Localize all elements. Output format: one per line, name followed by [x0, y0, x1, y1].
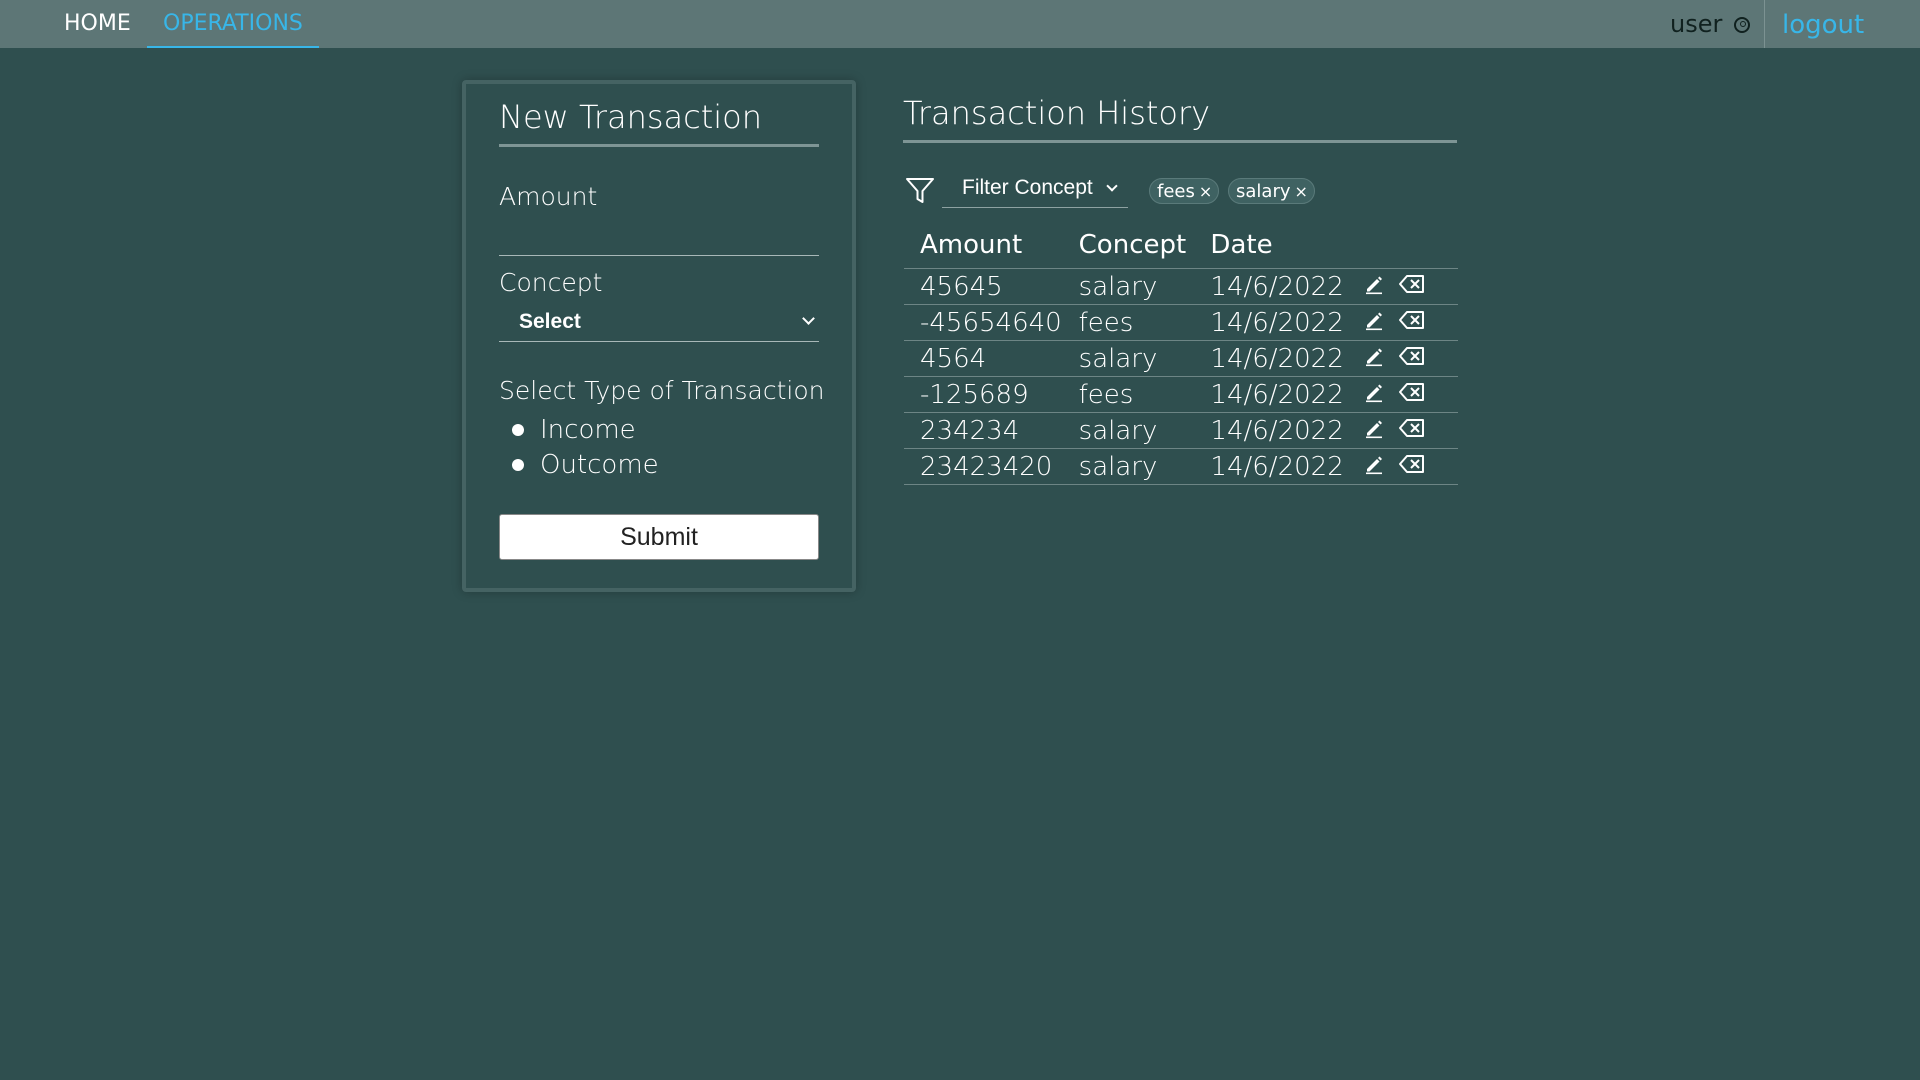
concept-label: Concept	[499, 268, 603, 297]
column-header-amount: Amount	[904, 222, 1063, 269]
filter-concept-label: Filter Concept	[962, 176, 1093, 199]
nav-divider	[1764, 0, 1765, 48]
cell-amount: -125689	[904, 376, 1063, 413]
cell-amount: -45654640	[904, 304, 1063, 341]
cell-date: 14/6/2022	[1194, 448, 1352, 485]
cell-delete	[1397, 304, 1458, 341]
top-navbar: HOME OPERATIONS user logout	[0, 0, 1920, 48]
new-transaction-title: New Transaction	[499, 98, 819, 147]
cell-amount: 23423420	[904, 448, 1063, 485]
chevron-down-icon	[1106, 180, 1118, 192]
edit-pencil-icon[interactable]	[1363, 272, 1385, 302]
cell-date: 14/6/2022	[1194, 304, 1352, 341]
cell-edit	[1351, 268, 1398, 305]
cell-amount: 45645	[904, 268, 1063, 305]
concept-select-value: Select	[519, 310, 581, 333]
column-header-edit	[1351, 222, 1398, 269]
radio-dot-icon[interactable]	[512, 459, 524, 471]
submit-button[interactable]: Submit	[499, 514, 819, 560]
column-header-concept: Concept	[1062, 222, 1195, 269]
edit-pencil-icon[interactable]	[1363, 416, 1385, 446]
amount-input[interactable]	[499, 220, 819, 256]
chip-label: fees	[1157, 181, 1195, 202]
chevron-down-icon	[802, 312, 815, 325]
cell-edit	[1351, 376, 1398, 413]
delete-backspace-icon[interactable]	[1398, 272, 1426, 302]
cell-date: 14/6/2022	[1194, 268, 1352, 305]
radio-outcome-label: Outcome	[540, 450, 659, 480]
cell-delete	[1397, 448, 1458, 485]
edit-pencil-icon[interactable]	[1363, 380, 1385, 410]
chip-remove-icon[interactable]: ×	[1199, 182, 1212, 201]
cell-concept: salary	[1062, 268, 1195, 305]
cell-concept: fees	[1062, 376, 1195, 413]
filter-chip-fees: fees ×	[1149, 178, 1220, 204]
delete-backspace-icon[interactable]	[1398, 416, 1426, 446]
table-row: 45645 salary 14/6/2022	[904, 268, 1458, 305]
filter-chip-salary: salary ×	[1228, 178, 1315, 204]
amount-label: Amount	[499, 182, 598, 211]
edit-pencil-icon[interactable]	[1363, 308, 1385, 338]
chip-remove-icon[interactable]: ×	[1295, 182, 1308, 201]
edit-pencil-icon[interactable]	[1363, 344, 1385, 374]
cell-date: 14/6/2022	[1194, 412, 1352, 449]
cell-amount: 234234	[904, 412, 1063, 449]
cell-edit	[1351, 448, 1398, 485]
cell-concept: fees	[1062, 304, 1195, 341]
cell-edit	[1351, 340, 1398, 377]
delete-backspace-icon[interactable]	[1398, 344, 1426, 374]
cell-edit	[1351, 304, 1398, 341]
cell-concept: salary	[1062, 412, 1195, 449]
transaction-type-label: Select Type of Transaction	[499, 376, 825, 405]
cell-amount: 4564	[904, 340, 1063, 377]
radio-income-label: Income	[540, 415, 636, 445]
nav-tab-operations[interactable]: OPERATIONS	[147, 0, 319, 48]
cell-delete	[1397, 412, 1458, 449]
column-header-delete	[1397, 222, 1458, 269]
concept-select[interactable]: Select	[499, 306, 819, 342]
new-transaction-card: New Transaction Amount Concept Select Se…	[462, 80, 856, 592]
cell-date: 14/6/2022	[1194, 340, 1352, 377]
cell-edit	[1351, 412, 1398, 449]
user-indicator: user	[1670, 0, 1750, 48]
user-name: user	[1670, 10, 1723, 38]
chip-label: salary	[1236, 181, 1291, 202]
column-header-date: Date	[1194, 222, 1352, 269]
filter-concept-select[interactable]: Filter Concept	[942, 170, 1128, 208]
delete-backspace-icon[interactable]	[1398, 380, 1426, 410]
transaction-history-table: Amount Concept Date 45645 salary 14/6/2022…	[904, 222, 1458, 485]
edit-pencil-icon[interactable]	[1363, 452, 1385, 482]
radio-outcome[interactable]: Outcome	[512, 449, 659, 481]
cell-delete	[1397, 340, 1458, 377]
table-row: -125689 fees 14/6/2022	[904, 376, 1458, 413]
logout-link[interactable]: logout	[1782, 0, 1864, 48]
cell-date: 14/6/2022	[1194, 376, 1352, 413]
cell-delete	[1397, 376, 1458, 413]
radio-income[interactable]: Income	[512, 414, 636, 446]
delete-backspace-icon[interactable]	[1398, 452, 1426, 482]
table-header-row: Amount Concept Date	[904, 222, 1458, 269]
user-circle-icon	[1734, 17, 1750, 33]
delete-backspace-icon[interactable]	[1398, 308, 1426, 338]
filter-funnel-icon	[906, 178, 934, 203]
table-row: 234234 salary 14/6/2022	[904, 412, 1458, 449]
cell-concept: salary	[1062, 448, 1195, 485]
transaction-history-title: Transaction History	[903, 94, 1457, 143]
nav-tab-home[interactable]: HOME	[64, 0, 131, 48]
radio-dot-icon[interactable]	[512, 424, 524, 436]
cell-concept: salary	[1062, 340, 1195, 377]
table-row: -45654640 fees 14/6/2022	[904, 304, 1458, 341]
table-row: 4564 salary 14/6/2022	[904, 340, 1458, 377]
table-row: 23423420 salary 14/6/2022	[904, 448, 1458, 485]
cell-delete	[1397, 268, 1458, 305]
